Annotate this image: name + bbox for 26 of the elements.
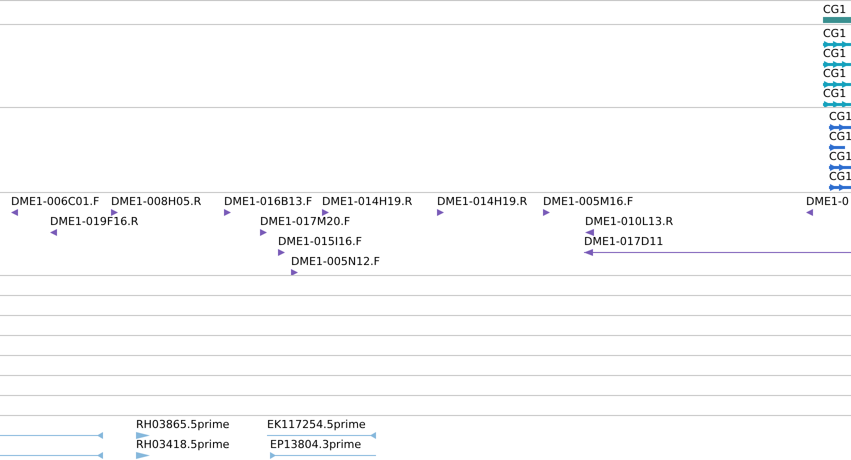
feature-label[interactable]: DME1-005M16.F [543, 195, 634, 208]
feature-label[interactable]: CG1 [823, 67, 846, 80]
feature-label[interactable]: DME1-017M20.F [260, 215, 350, 228]
feature-label[interactable]: CG1 [829, 170, 851, 183]
feature-label[interactable]: EP13804.3prime [270, 438, 362, 451]
feature-label[interactable]: RH03418.5prime [136, 438, 230, 451]
feature-label[interactable]: DME1-015I16.F [278, 235, 362, 248]
feature-label[interactable]: DME1-019F16.R [50, 215, 138, 228]
feature-label[interactable]: CG1 [823, 47, 846, 60]
feature-label[interactable]: DME1-017D11 [584, 235, 664, 248]
feature-label[interactable]: CG1 [829, 150, 851, 163]
feature-label[interactable]: RH03865.5prime [136, 418, 230, 431]
feature-label[interactable]: CG1 [823, 27, 846, 40]
feature-label[interactable]: EK117254.5prime [267, 418, 366, 431]
feature-label[interactable]: DME1-016B13.F [224, 195, 312, 208]
feature-label[interactable]: CG1 [829, 110, 851, 123]
feature-label[interactable]: DME1-014H19.R [437, 195, 528, 208]
feature-label[interactable]: DME1-0 [806, 195, 849, 208]
feature-label[interactable]: CG1 [823, 87, 846, 100]
feature-label[interactable]: DME1-010L13.R [585, 215, 674, 228]
feature-label[interactable]: DME1-008H05.R [111, 195, 202, 208]
feature-label[interactable]: DME1-006C01.F [11, 195, 100, 208]
feature-label[interactable]: DME1-005N12.F [291, 255, 380, 268]
feature-label[interactable]: CG1 [823, 3, 846, 16]
feature-label[interactable]: CG1 [829, 130, 851, 143]
feature-label[interactable]: DME1-014H19.R [322, 195, 412, 208]
